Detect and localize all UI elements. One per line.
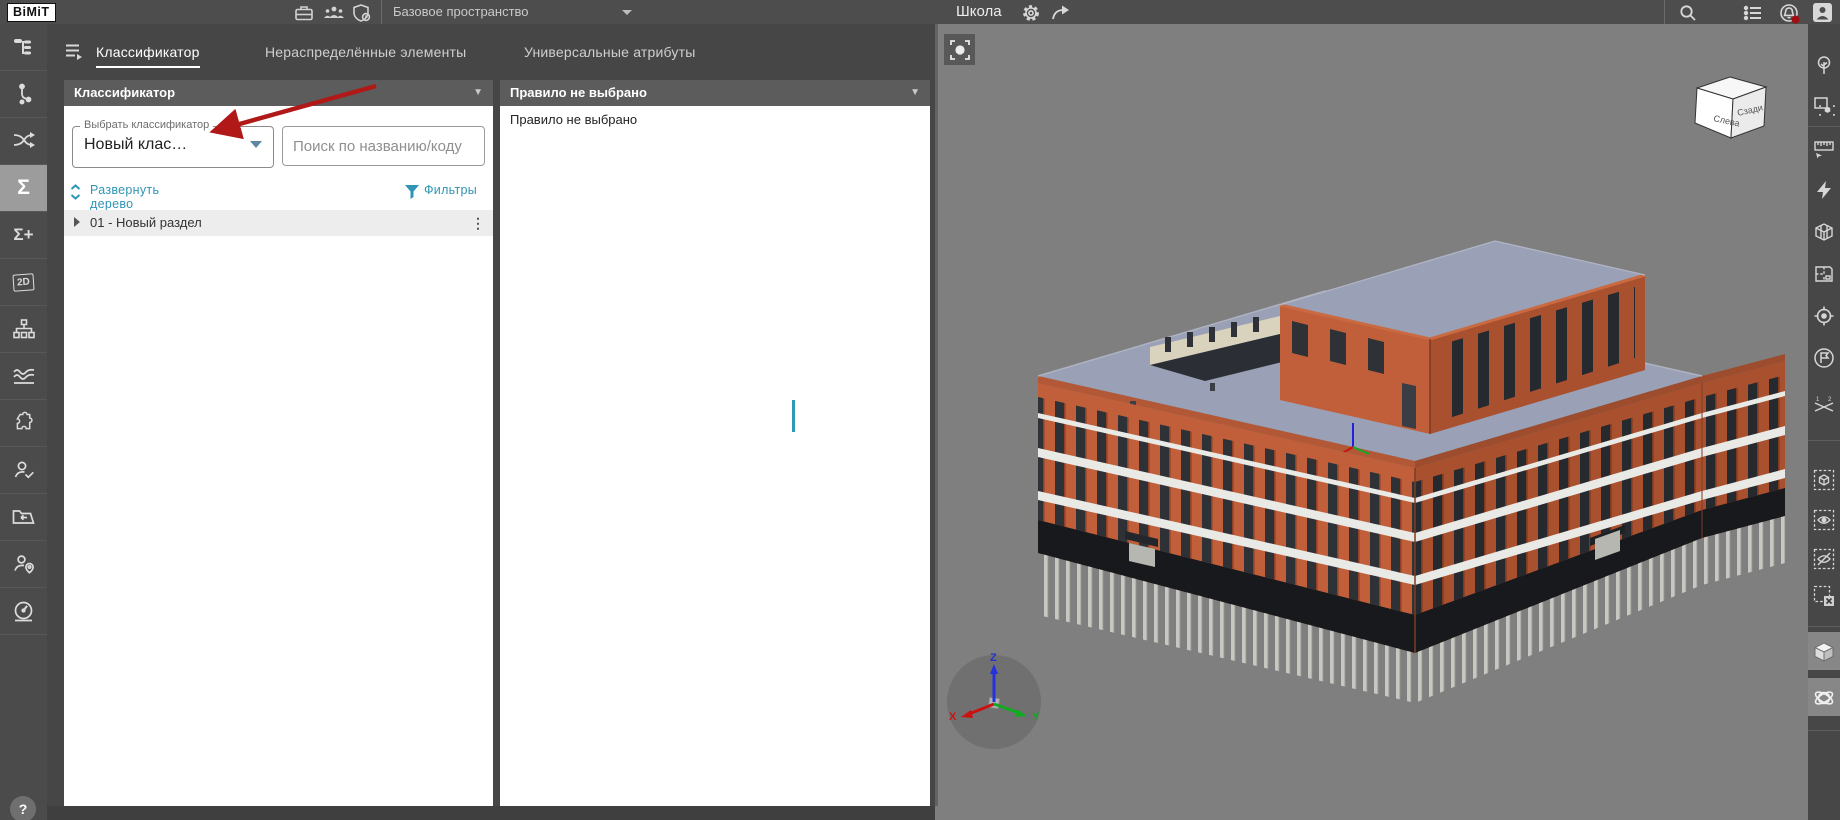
graphs-waves-icon[interactable] [0, 353, 47, 400]
svg-text:2: 2 [1828, 397, 1832, 403]
focus-selection-button[interactable] [944, 34, 975, 65]
project-settings-gear-icon[interactable] [1020, 2, 1042, 22]
team-users-icon[interactable] [322, 2, 344, 22]
rule-section-header[interactable]: Правило не выбрано ▼ [500, 80, 930, 106]
isolate-selection-icon[interactable] [1813, 469, 1835, 491]
workspace-selector[interactable]: Базовое пространство [393, 0, 529, 24]
classifier-sigma-icon[interactable]: Σ [0, 165, 47, 212]
dashboard-gauge-icon[interactable] [0, 588, 47, 635]
measure-ruler-icon[interactable] [1813, 137, 1835, 159]
structure-orgchart-icon[interactable] [0, 306, 47, 353]
panel-menu-icon[interactable] [65, 43, 85, 61]
panel-scroll-indicator[interactable] [792, 400, 795, 432]
projects-briefcase-icon[interactable] [293, 2, 315, 22]
tab-classifier[interactable]: Классификатор [96, 38, 200, 68]
select-similar-icon[interactable] [1813, 96, 1835, 118]
top-bar: BiMiT Базовое пространство Школа [0, 0, 1840, 24]
expand-tree-label: Развернуть дерево [90, 183, 160, 211]
toolbar-separator [1808, 626, 1840, 627]
orbit-icon[interactable] [1813, 687, 1835, 709]
classifier-section-title: Классификатор [74, 85, 176, 100]
flash-clash-icon[interactable] [1813, 179, 1835, 201]
plugins-puzzle-icon[interactable] [0, 400, 47, 447]
search-icon[interactable] [1677, 2, 1699, 22]
app-window: BiMiT Базовое пространство Школа Σ Σ+ 2D… [0, 0, 1840, 820]
clear-selection-icon[interactable] [1813, 585, 1835, 607]
rule-header-caret-icon: ▼ [910, 87, 920, 98]
classifier-header-caret-icon: ▼ [473, 87, 483, 98]
panel-tabs-bar: Классификатор Нераспределённые элементы … [47, 24, 961, 86]
classifier-select-caret-icon[interactable] [250, 141, 262, 148]
section-box-icon[interactable] [1813, 221, 1835, 243]
shield-history-icon[interactable] [351, 2, 373, 22]
hide-elements-icon[interactable] [1813, 548, 1835, 570]
model-tree-icon[interactable] [0, 24, 47, 71]
tree-row-menu-icon[interactable]: ⋮ [471, 210, 485, 236]
environment-tree-icon[interactable] [1813, 54, 1835, 76]
rule-column: Правило не выбрано ▼ [500, 80, 930, 806]
rule-empty-text: Правило не выбрано [510, 112, 638, 127]
user-location-icon[interactable] [0, 541, 47, 588]
import-folder-icon[interactable] [0, 494, 47, 541]
connections-icon[interactable] [0, 71, 47, 118]
gyro-x-label: X [949, 711, 957, 723]
toolbar-separator [1808, 440, 1840, 441]
2d-view-icon[interactable]: 2D [0, 259, 47, 306]
grid-axes-icon[interactable]: 12 [1813, 395, 1835, 417]
navigation-gyro[interactable]: Z X Y [943, 650, 1045, 752]
toolbar-separator [1808, 126, 1840, 127]
toolbar-separator [1808, 730, 1840, 731]
tree-expand-chevron-icon[interactable] [74, 217, 80, 227]
view-cube[interactable]: Слева Сзади [1692, 74, 1778, 160]
list-menu-icon[interactable] [1742, 2, 1764, 22]
search-input[interactable] [282, 126, 485, 166]
locate-target-icon[interactable] [1813, 305, 1835, 327]
flag-marker-icon[interactable] [1813, 347, 1835, 369]
notifications-bell-icon[interactable] [1778, 2, 1800, 24]
tab-universal-attributes[interactable]: Универсальные атрибуты [524, 38, 695, 66]
rule-section-title: Правило не выбрано [510, 85, 647, 100]
tree-node-label: 01 - Новый раздел [90, 215, 202, 230]
workspace-caret-icon[interactable] [622, 10, 632, 15]
user-check-icon[interactable] [0, 447, 47, 494]
app-logo[interactable]: BiMiT [7, 3, 56, 22]
classifier-select-label: Выбрать классификатор [80, 119, 214, 131]
tab-unassigned-elements[interactable]: Нераспределённые элементы [265, 38, 466, 66]
share-icon[interactable] [1050, 2, 1072, 22]
classifier-section-header[interactable]: Классификатор ▼ [64, 80, 493, 106]
shaded-cube-icon[interactable] [1813, 641, 1835, 663]
help-button[interactable]: ? [10, 796, 36, 820]
tree-row[interactable]: 01 - Новый раздел ⋮ [64, 210, 493, 236]
topbar-divider-right [1664, 0, 1665, 24]
classifier-add-icon[interactable]: Σ+ [0, 212, 47, 259]
classifier-select-value: Новый клас… [84, 136, 188, 153]
project-title: Школа [956, 3, 1002, 20]
gyro-y-label: Y [1032, 711, 1040, 723]
building-model[interactable] [1030, 233, 1790, 733]
show-elements-icon[interactable] [1813, 509, 1835, 531]
left-toolbar: Σ Σ+ 2D ? [0, 24, 47, 820]
account-icon[interactable] [1812, 2, 1834, 22]
panel-edge-shadow [935, 24, 938, 806]
floor-plan-icon[interactable] [1813, 263, 1835, 285]
gyro-z-label: Z [990, 652, 997, 664]
svg-text:1: 1 [1816, 397, 1820, 403]
filters-label: Фильтры [424, 183, 478, 197]
distribute-shuffle-icon[interactable] [0, 118, 47, 165]
topbar-divider [381, 0, 382, 24]
